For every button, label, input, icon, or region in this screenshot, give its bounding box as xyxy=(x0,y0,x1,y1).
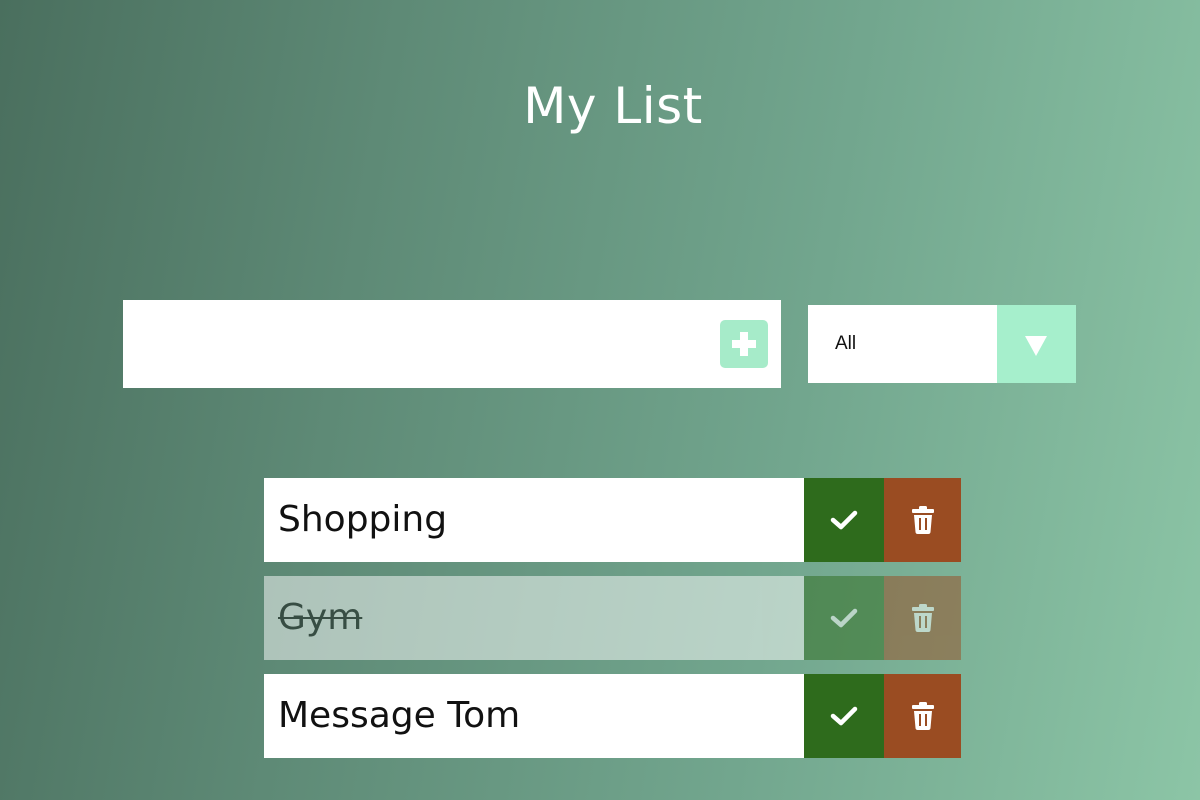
trash-icon xyxy=(911,604,934,632)
filter-selected-value: All xyxy=(835,333,857,354)
check-icon xyxy=(830,608,858,628)
delete-button[interactable] xyxy=(884,478,961,562)
check-icon xyxy=(830,706,858,726)
page-title: My List xyxy=(523,77,703,135)
todo-item-text: Shopping xyxy=(264,478,804,562)
complete-button[interactable] xyxy=(804,576,884,660)
todo-item-shopping: Shopping xyxy=(264,478,961,562)
complete-button[interactable] xyxy=(804,478,884,562)
todo-item-text: Gym xyxy=(264,576,804,660)
filter-dropdown-toggle[interactable] xyxy=(997,305,1076,383)
delete-button[interactable] xyxy=(884,576,961,660)
filter-select[interactable]: All xyxy=(808,305,1076,383)
todo-input[interactable] xyxy=(123,300,703,388)
todo-item-gym: Gym xyxy=(264,576,961,660)
trash-icon xyxy=(911,506,934,534)
todo-item-text: Message Tom xyxy=(264,674,804,758)
add-todo-button[interactable] xyxy=(720,320,768,368)
complete-button[interactable] xyxy=(804,674,884,758)
delete-button[interactable] xyxy=(884,674,961,758)
todo-item-message-tom: Message Tom xyxy=(264,674,961,758)
trash-icon xyxy=(911,702,934,730)
check-icon xyxy=(830,510,858,530)
todo-input-container xyxy=(123,300,781,388)
plus-icon xyxy=(732,332,756,356)
caret-down-icon xyxy=(1025,336,1047,356)
todo-list: Shopping Gym Message Tom xyxy=(264,478,961,772)
